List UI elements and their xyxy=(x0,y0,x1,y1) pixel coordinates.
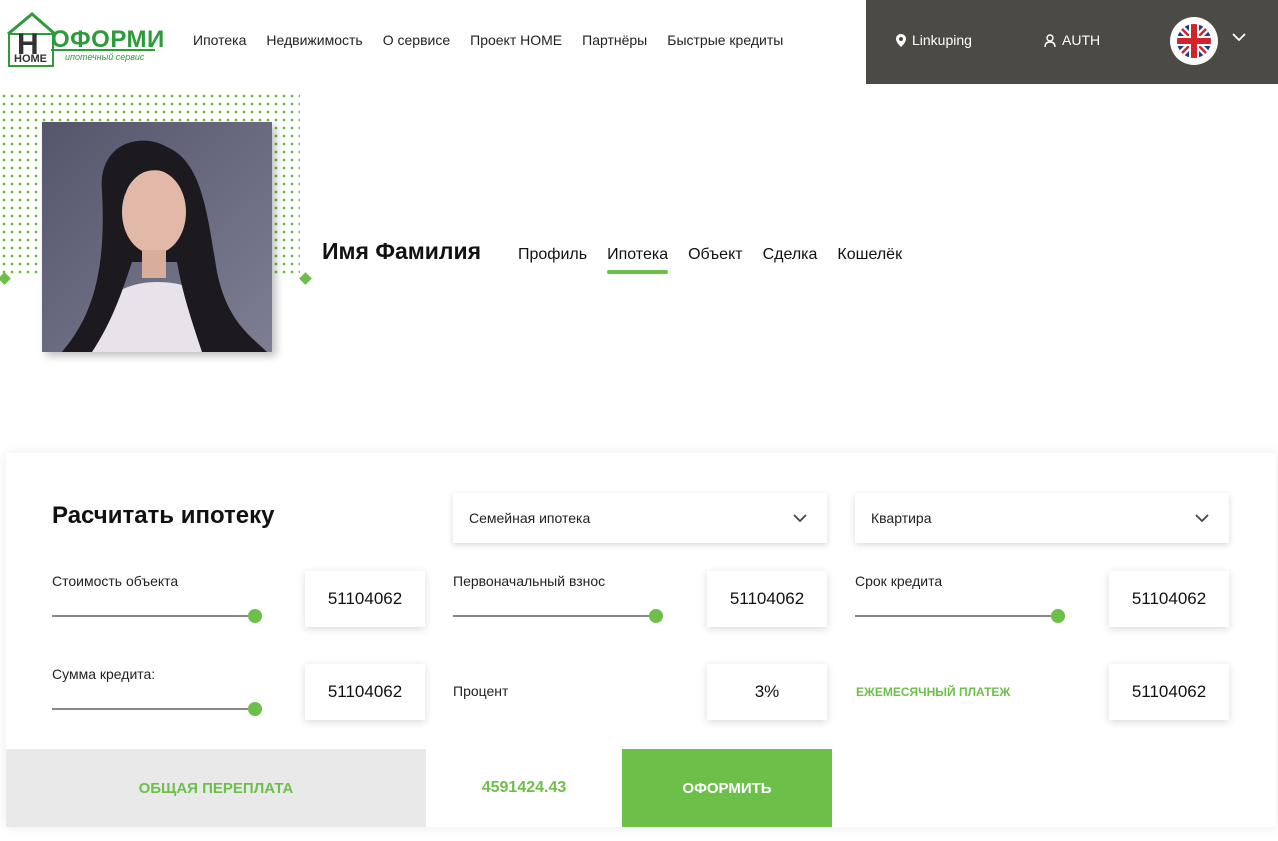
uk-flag-icon xyxy=(1177,24,1211,58)
slider-track xyxy=(855,615,1065,617)
logo-underline xyxy=(51,49,155,51)
nav-item-mortgage[interactable]: Ипотека xyxy=(193,32,246,48)
location-selector[interactable]: Linkuping xyxy=(896,32,972,48)
loan-amount-label: Сумма кредита: xyxy=(52,666,156,682)
logo[interactable]: H ОФОРМИ HOME ипотечный сервис xyxy=(5,10,164,68)
rate-label: Процент xyxy=(453,683,509,699)
slider-thumb[interactable] xyxy=(649,609,663,623)
nav-item-about[interactable]: О сервисе xyxy=(383,32,450,48)
rate-value[interactable]: 3% xyxy=(707,664,827,720)
slider-track xyxy=(52,708,262,710)
tab-profile[interactable]: Профиль xyxy=(518,246,587,274)
profile-photo-icon xyxy=(42,122,272,352)
property-type-select[interactable]: Квартира xyxy=(855,493,1229,543)
monthly-payment-value: 51104062 xyxy=(1109,664,1229,720)
chevron-down-icon xyxy=(1195,513,1209,522)
chevron-down-icon xyxy=(793,513,807,522)
loan-amount-slider[interactable] xyxy=(52,702,262,716)
mortgage-type-select[interactable]: Семейная ипотека xyxy=(453,493,827,543)
loan-term-label: Срок кредита xyxy=(855,573,943,589)
logo-tagline: ипотечный сервис xyxy=(65,52,145,62)
mortgage-calculator: Расчитать ипотеку Семейная ипотека Кварт… xyxy=(6,453,1276,827)
nav-item-project-home[interactable]: Проект HOME xyxy=(470,32,562,48)
profile-name: Имя Фамилия xyxy=(322,238,482,264)
diamond-decoration-right xyxy=(299,272,312,285)
header-user-panel: Linkuping AUTH xyxy=(866,0,1278,84)
auth-link[interactable]: AUTH xyxy=(1044,32,1100,48)
user-icon xyxy=(1044,33,1056,47)
profile-tabs: Профиль Ипотека Объект Сделка Кошелёк xyxy=(518,246,902,274)
logo-home: HOME xyxy=(14,53,47,65)
calculator-title: Расчитать ипотеку xyxy=(52,502,275,529)
loan-term-slider[interactable] xyxy=(855,609,1065,623)
avatar xyxy=(42,122,272,352)
property-type-value: Квартира xyxy=(871,510,932,526)
down-payment-slider[interactable] xyxy=(453,609,663,623)
map-pin-icon xyxy=(896,33,906,47)
calculator-footer: ОБЩАЯ ПЕРЕПЛАТА 4591424.43 ОФОРМИТЬ xyxy=(6,749,832,827)
slider-thumb[interactable] xyxy=(1051,609,1065,623)
overpayment-label: ОБЩАЯ ПЕРЕПЛАТА xyxy=(6,749,426,827)
down-payment-value[interactable]: 51104062 xyxy=(707,571,827,627)
nav-item-real-estate[interactable]: Недвижимость xyxy=(266,32,362,48)
submit-button[interactable]: ОФОРМИТЬ xyxy=(622,749,832,827)
site-header: H ОФОРМИ HOME ипотечный сервис Ипотека Н… xyxy=(0,0,1278,84)
tab-mortgage[interactable]: Ипотека xyxy=(607,246,669,274)
chevron-down-icon[interactable] xyxy=(1232,32,1246,42)
tab-deal[interactable]: Сделка xyxy=(763,246,818,274)
object-cost-value[interactable]: 51104062 xyxy=(305,571,425,627)
tab-object[interactable]: Объект xyxy=(688,246,742,274)
monthly-payment-label: ЕЖЕМЕСЯЧНЫЙ ПЛАТЕЖ xyxy=(856,685,1011,699)
slider-thumb[interactable] xyxy=(248,609,262,623)
location-label: Linkuping xyxy=(912,32,972,48)
nav-item-partners[interactable]: Партнёры xyxy=(582,32,647,48)
loan-term-value[interactable]: 51104062 xyxy=(1109,571,1229,627)
nav-item-fast-credits[interactable]: Быстрые кредиты xyxy=(667,32,783,48)
mortgage-type-value: Семейная ипотека xyxy=(469,510,591,526)
tab-wallet[interactable]: Кошелёк xyxy=(837,246,902,274)
overpayment-value: 4591424.43 xyxy=(426,749,622,827)
object-cost-slider[interactable] xyxy=(52,609,262,623)
slider-thumb[interactable] xyxy=(248,702,262,716)
auth-label: AUTH xyxy=(1062,32,1101,48)
down-payment-label: Первоначальный взнос xyxy=(453,573,606,589)
main-nav: Ипотека Недвижимость О сервисе Проект HO… xyxy=(193,32,783,48)
slider-track xyxy=(453,615,663,617)
slider-track xyxy=(52,615,262,617)
object-cost-label: Стоимость объекта xyxy=(52,573,179,589)
language-selector[interactable] xyxy=(1170,17,1218,65)
loan-amount-value[interactable]: 51104062 xyxy=(305,664,425,720)
